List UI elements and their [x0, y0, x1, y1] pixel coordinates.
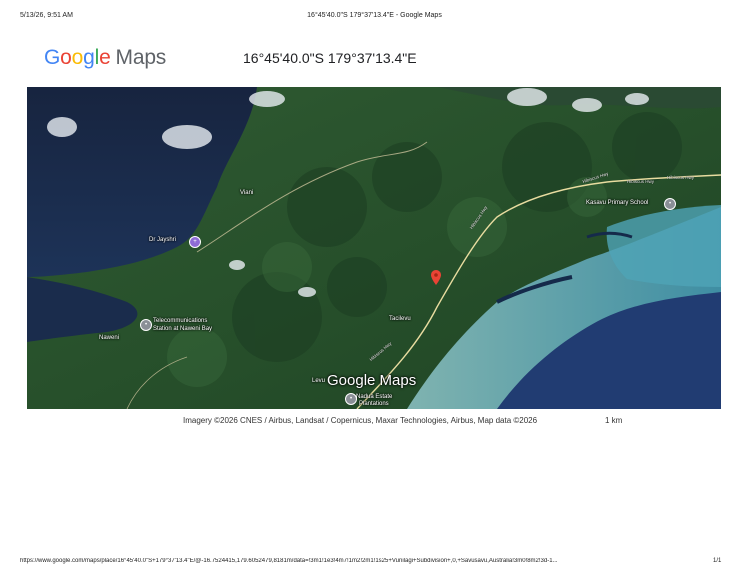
estate-poi-icon[interactable]: •	[345, 393, 357, 405]
map-attribution: Imagery ©2026 CNES / Airbus, Landsat / C…	[183, 416, 538, 425]
telecom-poi-icon[interactable]: •	[140, 319, 152, 331]
google-maps-logo[interactable]: Google Maps	[44, 46, 166, 70]
road-label-hibiscus-2: Hibiscus Hwy	[627, 179, 655, 184]
map-label-naweni: Naweni	[99, 335, 120, 341]
map-label-levu: Levu	[312, 378, 326, 384]
print-footer-url: https://www.google.com/maps/place/16°45'…	[20, 558, 558, 564]
map-label-estate-line1: Nadua Estate	[356, 394, 393, 400]
place-coordinates: 16°45'40.0"S 179°37'13.4"E	[243, 50, 417, 66]
satellite-imagery	[27, 87, 721, 409]
school-poi-icon[interactable]: •	[664, 198, 676, 210]
map-label-dr-jayshri: Dr Jayshri	[149, 237, 177, 243]
map-label-station-line1: Telecommunications	[153, 318, 208, 324]
map-label-viani: Viani	[240, 190, 254, 196]
road-label-hibiscus-3: Hibiscus Hwy	[667, 175, 695, 180]
map-label-estate-line2: Plantations	[359, 401, 389, 407]
satellite-map[interactable]: Viani + Dr Jayshri • Telecommunications …	[27, 87, 721, 409]
map-watermark: Google Maps	[327, 372, 417, 389]
print-page-number: 1/1	[713, 558, 722, 564]
scale-label[interactable]: 1 km	[605, 416, 622, 425]
map-label-station: Station at Naweni Bay	[153, 326, 213, 332]
map-label-kasavu-school: Kasavu Primary School	[586, 200, 649, 206]
map-label-tacilevu: Tacilevu	[389, 316, 411, 322]
medical-poi-icon[interactable]: +	[189, 236, 201, 248]
location-pin-icon[interactable]	[431, 270, 441, 285]
print-page-title: 16°45'40.0"S 179°37'13.4"E - Google Maps	[307, 12, 442, 19]
